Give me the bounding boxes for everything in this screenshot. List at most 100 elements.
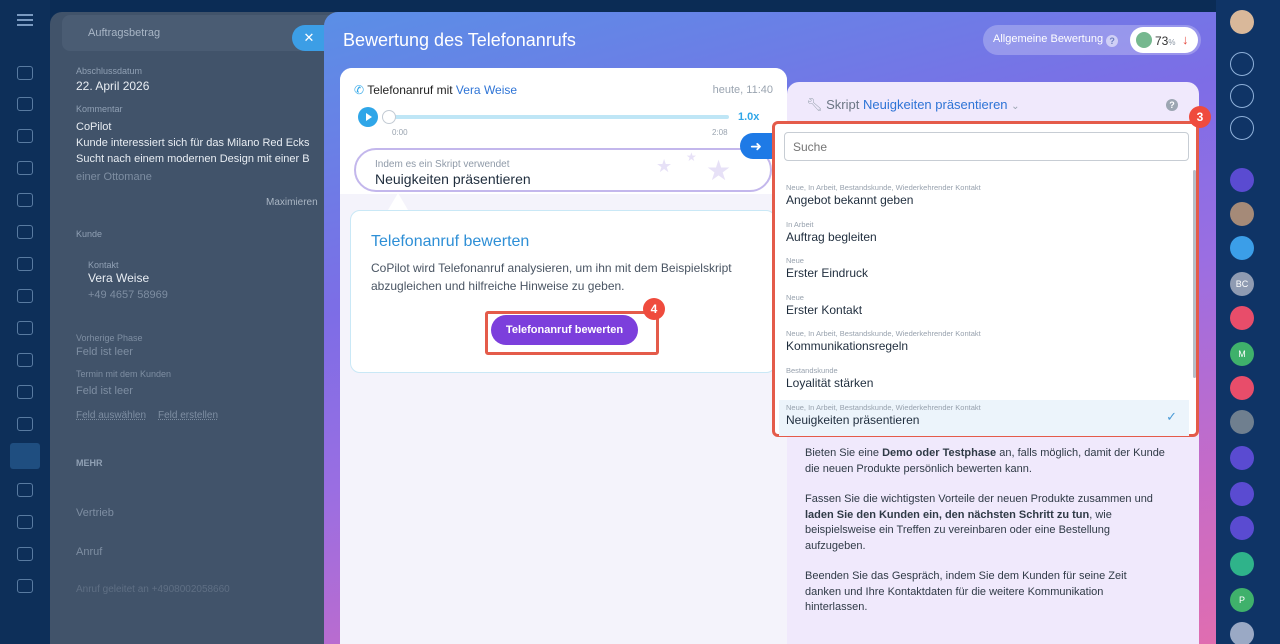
cart-icon[interactable] (17, 483, 33, 497)
call-contact-link[interactable]: Vera Weise (456, 83, 517, 97)
step-badge-3: 3 (1189, 106, 1211, 128)
call-time: heute, 11:40 (712, 84, 773, 96)
chat-avatar-task[interactable] (1230, 306, 1254, 330)
overall-rating-label-wrap: Allgemeine Bewertung? (993, 33, 1119, 47)
tasks-icon[interactable] (17, 97, 33, 111)
script-option[interactable]: In Arbeit Auftrag begleiten (779, 217, 1189, 254)
chat-avatar-checklist[interactable] (1230, 552, 1254, 576)
chat-avatar-copilot-2[interactable] (1230, 446, 1254, 470)
script-search-input[interactable] (784, 132, 1189, 161)
bell-icon[interactable] (1230, 52, 1254, 76)
overall-rating-value-chip[interactable]: 73% ↓ (1130, 27, 1198, 53)
script-selector[interactable]: ★ ★ ★ Indem es ein Skript verwendet Neui… (354, 148, 772, 192)
script-option-selected[interactable]: Neue, In Arbeit, Bestandskunde, Wiederke… (779, 399, 1189, 437)
page-icon[interactable] (17, 515, 33, 529)
home-icon[interactable] (17, 66, 33, 80)
chat-avatar-p[interactable]: P (1230, 588, 1254, 612)
contact-name[interactable]: Vera Weise (88, 271, 149, 285)
script-text-bold: laden Sie den Kunden ein, den nächsten S… (805, 508, 1090, 521)
script-list: Neue, In Arbeit, Bestandskunde, Wiederke… (779, 180, 1189, 437)
drive-icon[interactable] (17, 225, 33, 239)
store-icon[interactable] (17, 417, 33, 431)
clock-icon[interactable] (17, 547, 33, 561)
calendar-icon[interactable] (17, 193, 33, 207)
chat-avatar-m[interactable]: M (1230, 342, 1254, 366)
contacts-icon[interactable] (17, 129, 33, 143)
chat-avatar-group[interactable] (1230, 236, 1254, 260)
search-icon[interactable] (1230, 116, 1254, 140)
script-text-span: Bieten Sie eine (805, 447, 883, 459)
messages-icon[interactable] (17, 579, 33, 593)
script-option[interactable]: Neue, In Arbeit, Bestandskunde, Wiederke… (779, 326, 1189, 363)
comment-label: Kommentar (76, 104, 123, 114)
evaluate-call-button[interactable]: Telefonanruf bewerten (491, 315, 638, 345)
modal-title: Bewertung des Telefonanrufs (343, 30, 576, 50)
script-option-tags: Neue, In Arbeit, Bestandskunde, Wiederke… (786, 329, 981, 339)
mail-icon[interactable] (17, 321, 33, 335)
script-option-tags: Neue, In Arbeit, Bestandskunde, Wiederke… (786, 183, 981, 192)
help-icon[interactable]: ? (1106, 35, 1119, 47)
playback-speed[interactable]: 1.0x (738, 111, 759, 123)
evaluate-title: Telefonanruf bewerten (371, 233, 530, 250)
script-option-tags: Bestandskunde (786, 365, 838, 375)
call-card: ✆ Telefonanruf mit Vera Weise heute, 11:… (340, 68, 787, 644)
incoming-call-text: Anruf geleitet an +4908002058660 (76, 584, 230, 595)
call-player: ✆ Telefonanruf mit Vera Weise heute, 11:… (340, 68, 787, 194)
sign-icon[interactable] (17, 385, 33, 399)
chat-avatar-bc[interactable]: BC (1230, 272, 1254, 296)
crm-filter-icon[interactable] (10, 443, 40, 469)
contact-label: Kontakt (88, 260, 119, 270)
chat-avatar-team[interactable] (1230, 622, 1254, 644)
close-date-value: 22. April 2026 (76, 79, 150, 93)
documents-icon[interactable] (17, 161, 33, 175)
script-option[interactable]: Neue, In Arbeit, Bestandskunde, Wiederke… (779, 180, 1189, 217)
create-field-link[interactable]: Feld erstellen (158, 410, 218, 421)
script-header: 🔧︎ Skript Neuigkeiten präsentieren ⌄ (806, 97, 1020, 113)
speech-tail (388, 193, 408, 210)
checklist-icon[interactable] (17, 289, 33, 303)
time-start: 0:00 (392, 128, 408, 137)
script-option-name: Neuigkeiten präsentieren (786, 412, 920, 427)
menu-icon[interactable] (17, 14, 33, 26)
script-selected-link[interactable]: Neuigkeiten präsentieren (863, 97, 1008, 112)
checkmark-icon: ✓ (1166, 408, 1177, 424)
chevron-down-icon[interactable]: ⌄ (1011, 101, 1019, 112)
customer-label: Kunde (76, 229, 103, 239)
help-icon[interactable]: ? (1166, 99, 1178, 111)
script-option[interactable]: Bestandskunde Loyalität stärken (779, 363, 1189, 400)
close-button[interactable]: ✕ (292, 25, 326, 51)
chat-avatar-copilot-3[interactable] (1230, 482, 1254, 506)
audio-progress-knob[interactable] (382, 110, 396, 124)
wrench-icon: 🔧︎ (806, 97, 823, 112)
script-option[interactable]: Neue Erster Eindruck (779, 253, 1189, 290)
user-avatar[interactable] (1230, 10, 1254, 34)
next-button[interactable]: ➜ (740, 133, 772, 159)
overall-rating-number: 73% (1155, 34, 1175, 48)
overall-rating-label: Allgemeine Bewertung (993, 33, 1104, 45)
contact-phone[interactable]: +49 4657 58969 (88, 289, 168, 301)
amount-label: Auftragsbetrag (88, 27, 161, 39)
maximize-link[interactable]: Maximieren (266, 197, 318, 208)
comment-line-1: Kunde interessiert sich für das Milano R… (76, 137, 310, 149)
chat-avatar-person-2[interactable] (1230, 410, 1254, 434)
term-value: Feld ist leer (76, 385, 133, 397)
script-selector-label: Indem es ein Skript verwendet (375, 159, 510, 170)
agent-avatar (1136, 32, 1152, 48)
script-option[interactable]: Neue Erster Kontakt (779, 290, 1189, 327)
play-button[interactable] (358, 107, 378, 127)
chat-avatar-copilot[interactable] (1230, 168, 1254, 192)
chat-avatar-task-2[interactable] (1230, 376, 1254, 400)
chat-icon[interactable] (17, 353, 33, 367)
chat-avatar-person[interactable] (1230, 202, 1254, 226)
audio-progress-track[interactable] (382, 115, 729, 119)
reports-icon[interactable] (17, 257, 33, 271)
script-paragraph-1: Bieten Sie eine Demo oder Testphase an, … (805, 446, 1165, 477)
copilot-icon[interactable] (1230, 84, 1254, 108)
select-field-link[interactable]: Feld auswählen (76, 410, 146, 421)
chat-avatar-copilot-4[interactable] (1230, 516, 1254, 540)
script-option-tags: Neue, In Arbeit, Bestandskunde, Wiederke… (786, 402, 981, 412)
left-navigation-bar (0, 0, 50, 644)
comment-title: CoPilot (76, 121, 112, 133)
dropdown-scrollbar[interactable] (1193, 170, 1196, 378)
overall-rating[interactable]: Allgemeine Bewertung? 73% ↓ (983, 25, 1201, 55)
